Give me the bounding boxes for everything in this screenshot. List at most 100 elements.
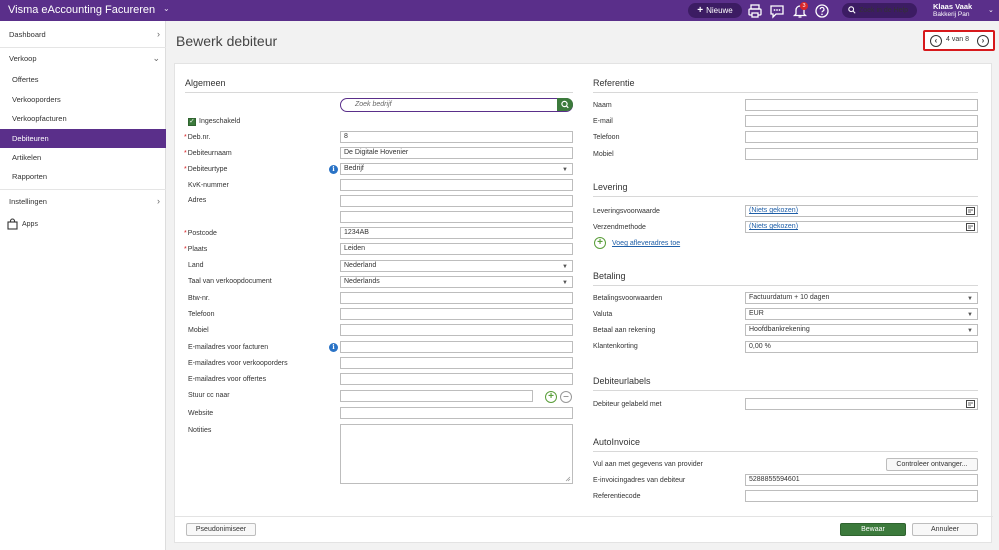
email-facturen-input[interactable] bbox=[340, 341, 573, 353]
sidebar-item-label: Rapporten bbox=[12, 172, 48, 181]
postcode-input[interactable]: 1234AB bbox=[340, 227, 573, 239]
user-menu-chevron-icon[interactable]: ⌄ bbox=[988, 6, 994, 14]
ref-telefoon-input[interactable] bbox=[745, 131, 978, 143]
user-menu[interactable]: Klaas Vaak Bakkerij Pan bbox=[933, 2, 972, 19]
cc-input[interactable] bbox=[340, 390, 533, 402]
rekening-value: Hoofdbankrekening bbox=[749, 326, 810, 333]
list-picker-icon[interactable] bbox=[966, 207, 975, 215]
ref-naam-input[interactable] bbox=[745, 99, 978, 111]
referentiecode-input[interactable] bbox=[745, 490, 978, 502]
add-delivery-address-link[interactable]: Voeg afleveradres toe bbox=[612, 240, 680, 247]
adres-line1-input[interactable] bbox=[340, 195, 573, 207]
sidebar-item-dashboard[interactable]: Dashboard › bbox=[0, 25, 166, 44]
add-cc-button[interactable]: + bbox=[545, 391, 557, 403]
website-input[interactable] bbox=[340, 407, 573, 419]
ref-email-input[interactable] bbox=[745, 115, 978, 127]
type-select[interactable]: Bedrijf ▼ bbox=[340, 163, 573, 175]
btw-input[interactable] bbox=[340, 292, 573, 304]
naam-label: *Debiteurnaam bbox=[184, 150, 232, 157]
plaats-input[interactable]: Leiden bbox=[340, 243, 573, 255]
email-orders-input[interactable] bbox=[340, 357, 573, 369]
page-title: Bewerk debiteur bbox=[176, 33, 278, 49]
divider bbox=[593, 451, 978, 452]
previous-record-icon[interactable]: ‹ bbox=[930, 35, 942, 47]
list-picker-icon[interactable] bbox=[966, 223, 975, 231]
divider bbox=[175, 516, 993, 517]
leveringsvoorwaarde-picker[interactable]: (Niets gekozen) bbox=[745, 205, 978, 217]
help-search-button[interactable]: Zoek in de Help bbox=[842, 3, 917, 18]
land-select[interactable]: Nederland ▼ bbox=[340, 260, 573, 272]
provider-label: Vul aan met gegevens van provider bbox=[593, 461, 703, 468]
divider bbox=[185, 92, 573, 93]
telefoon-input[interactable] bbox=[340, 308, 573, 320]
page-header: Bewerk debiteur ‹ 4 van 8 › bbox=[166, 21, 999, 61]
debiteur-label-picker[interactable] bbox=[745, 398, 978, 410]
chevron-down-icon: ▼ bbox=[562, 264, 568, 270]
user-name: Klaas Vaak bbox=[933, 2, 973, 11]
sidebar-item-verkoopfacturen[interactable]: Verkoopfacturen bbox=[0, 109, 166, 128]
list-picker-icon[interactable] bbox=[966, 400, 975, 408]
taal-select[interactable]: Nederlands ▼ bbox=[340, 276, 573, 288]
type-label-text: Debiteurtype bbox=[187, 166, 228, 173]
help-icon[interactable] bbox=[814, 3, 830, 19]
klantenkorting-input[interactable]: 0,00 % bbox=[745, 341, 978, 353]
save-button[interactable]: Bewaar bbox=[840, 523, 906, 536]
naam-input[interactable]: De Digitale Hovenier bbox=[340, 147, 573, 159]
resize-grip-icon[interactable] bbox=[565, 476, 571, 482]
betalingsvoorwaarden-select[interactable]: Factuurdatum + 10 dagen ▼ bbox=[745, 292, 978, 304]
print-icon[interactable] bbox=[747, 3, 763, 19]
sidebar-item-artikelen[interactable]: Artikelen bbox=[0, 148, 166, 167]
mobiel-input[interactable] bbox=[340, 324, 573, 336]
enabled-checkbox[interactable]: ✓ bbox=[188, 118, 196, 126]
sidebar-item-offertes[interactable]: Offertes bbox=[0, 70, 166, 89]
sidebar-item-rapporten[interactable]: Rapporten bbox=[0, 167, 166, 186]
pseudonymize-button[interactable]: Pseudonimiseer bbox=[186, 523, 256, 536]
naam-label-text: Debiteurnaam bbox=[187, 150, 232, 157]
company-search[interactable]: Zoek bedrijf bbox=[340, 98, 573, 112]
chevron-down-icon: ▼ bbox=[967, 312, 973, 318]
app-switcher-chevron-icon[interactable]: ⌄ bbox=[163, 4, 170, 13]
remove-cc-button[interactable]: – bbox=[560, 391, 572, 403]
sidebar-item-apps[interactable]: Apps bbox=[0, 215, 166, 234]
info-icon[interactable]: i bbox=[329, 165, 338, 174]
sidebar-item-instellingen[interactable]: Instellingen › bbox=[0, 192, 166, 211]
chevron-right-icon: › bbox=[157, 29, 160, 39]
sidebar-item-verkoop[interactable]: Verkoop ⌄ bbox=[0, 49, 166, 68]
leveringsvoorwaarde-label: Leveringsvoorwaarde bbox=[593, 208, 660, 215]
company-search-button[interactable] bbox=[557, 98, 573, 111]
check-recipient-button[interactable]: Controleer ontvanger... bbox=[886, 458, 978, 471]
kvk-input[interactable] bbox=[340, 179, 573, 191]
notities-label: Notities bbox=[188, 427, 212, 434]
new-button[interactable]: + Nieuwe bbox=[688, 3, 742, 18]
info-icon[interactable]: i bbox=[329, 343, 338, 352]
adres-line2-input[interactable] bbox=[340, 211, 573, 223]
sidebar-item-label: Verkoopfacturen bbox=[12, 114, 67, 123]
next-record-icon[interactable]: › bbox=[977, 35, 989, 47]
email-offertes-input[interactable] bbox=[340, 373, 573, 385]
sidebar-item-label: Instellingen bbox=[9, 197, 47, 206]
chevron-down-icon: ⌄ bbox=[152, 53, 160, 63]
verzendmethode-value[interactable]: (Niets gekozen) bbox=[749, 223, 798, 230]
add-delivery-address-icon[interactable]: + bbox=[594, 237, 606, 249]
notities-textarea[interactable] bbox=[340, 424, 573, 484]
sidebar-item-debiteuren[interactable]: Debiteuren bbox=[0, 129, 166, 148]
chat-icon[interactable] bbox=[769, 3, 785, 19]
debiteur-label-label: Debiteur gelabeld met bbox=[593, 401, 662, 408]
leveringsvoorwaarde-value[interactable]: (Niets gekozen) bbox=[749, 207, 798, 214]
verzendmethode-picker[interactable]: (Niets gekozen) bbox=[745, 221, 978, 233]
einvoicing-address-input[interactable]: 5288855594601 bbox=[745, 474, 978, 486]
company-search-placeholder: Zoek bedrijf bbox=[355, 101, 392, 108]
bell-icon[interactable]: 3 bbox=[792, 2, 808, 19]
cancel-button[interactable]: Annuleer bbox=[912, 523, 978, 536]
deb-nr-input[interactable]: 8 bbox=[340, 131, 573, 143]
kvk-label: KvK-nummer bbox=[188, 182, 229, 189]
record-pager: ‹ 4 van 8 › bbox=[923, 30, 995, 51]
ref-mobiel-input[interactable] bbox=[745, 148, 978, 160]
valuta-label: Valuta bbox=[593, 311, 613, 318]
notification-badge: 3 bbox=[800, 2, 808, 10]
divider bbox=[593, 196, 978, 197]
valuta-select[interactable]: EUR ▼ bbox=[745, 308, 978, 320]
rekening-select[interactable]: Hoofdbankrekening ▼ bbox=[745, 324, 978, 336]
app-title[interactable]: Visma eAccounting Facureren bbox=[8, 4, 155, 16]
sidebar-item-verkooporders[interactable]: Verkooporders bbox=[0, 90, 166, 109]
